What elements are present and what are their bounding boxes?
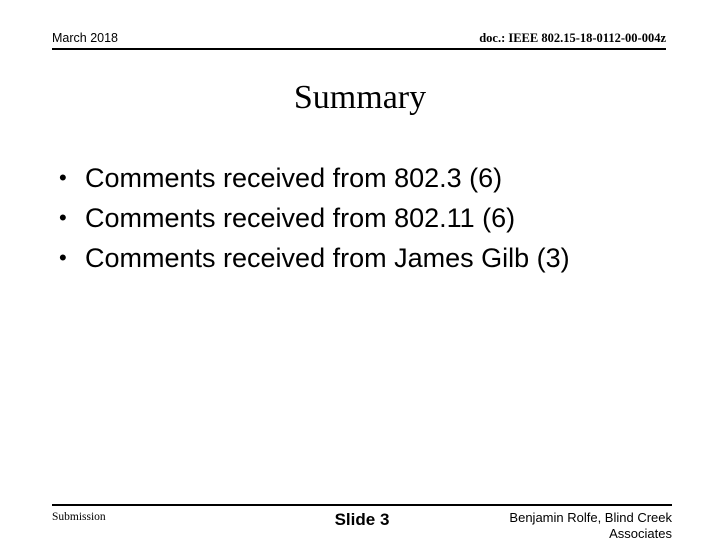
- list-item: • Comments received from 802.3 (6): [52, 158, 672, 198]
- bullet-list: • Comments received from 802.3 (6) • Com…: [52, 158, 672, 278]
- bullet-icon: •: [59, 245, 67, 270]
- list-item-label: Comments received from 802.11 (6): [85, 203, 516, 233]
- footer-author: Benjamin Rolfe, Blind Creek Associates: [509, 510, 672, 541]
- list-item: • Comments received from James Gilb (3): [52, 238, 672, 278]
- list-item-label: Comments received from 802.3 (6): [85, 163, 503, 193]
- list-item-label: Comments received from James Gilb (3): [85, 243, 570, 273]
- list-item: • Comments received from 802.11 (6): [52, 198, 672, 238]
- footer-divider: [52, 504, 672, 506]
- bullet-icon: •: [59, 165, 67, 190]
- header-document-number: doc.: IEEE 802.15-18-0112-00-004z: [479, 31, 666, 45]
- page-title: Summary: [293, 79, 427, 116]
- header-date: March 2018: [52, 31, 119, 45]
- slide-canvas: March 2018 doc.: IEEE 802.15-18-0112-00-…: [0, 0, 720, 541]
- bullet-icon: •: [59, 205, 67, 230]
- slide-footer: Submission Slide 3 Benjamin Rolfe, Blind…: [52, 508, 672, 541]
- header-divider: [52, 48, 666, 50]
